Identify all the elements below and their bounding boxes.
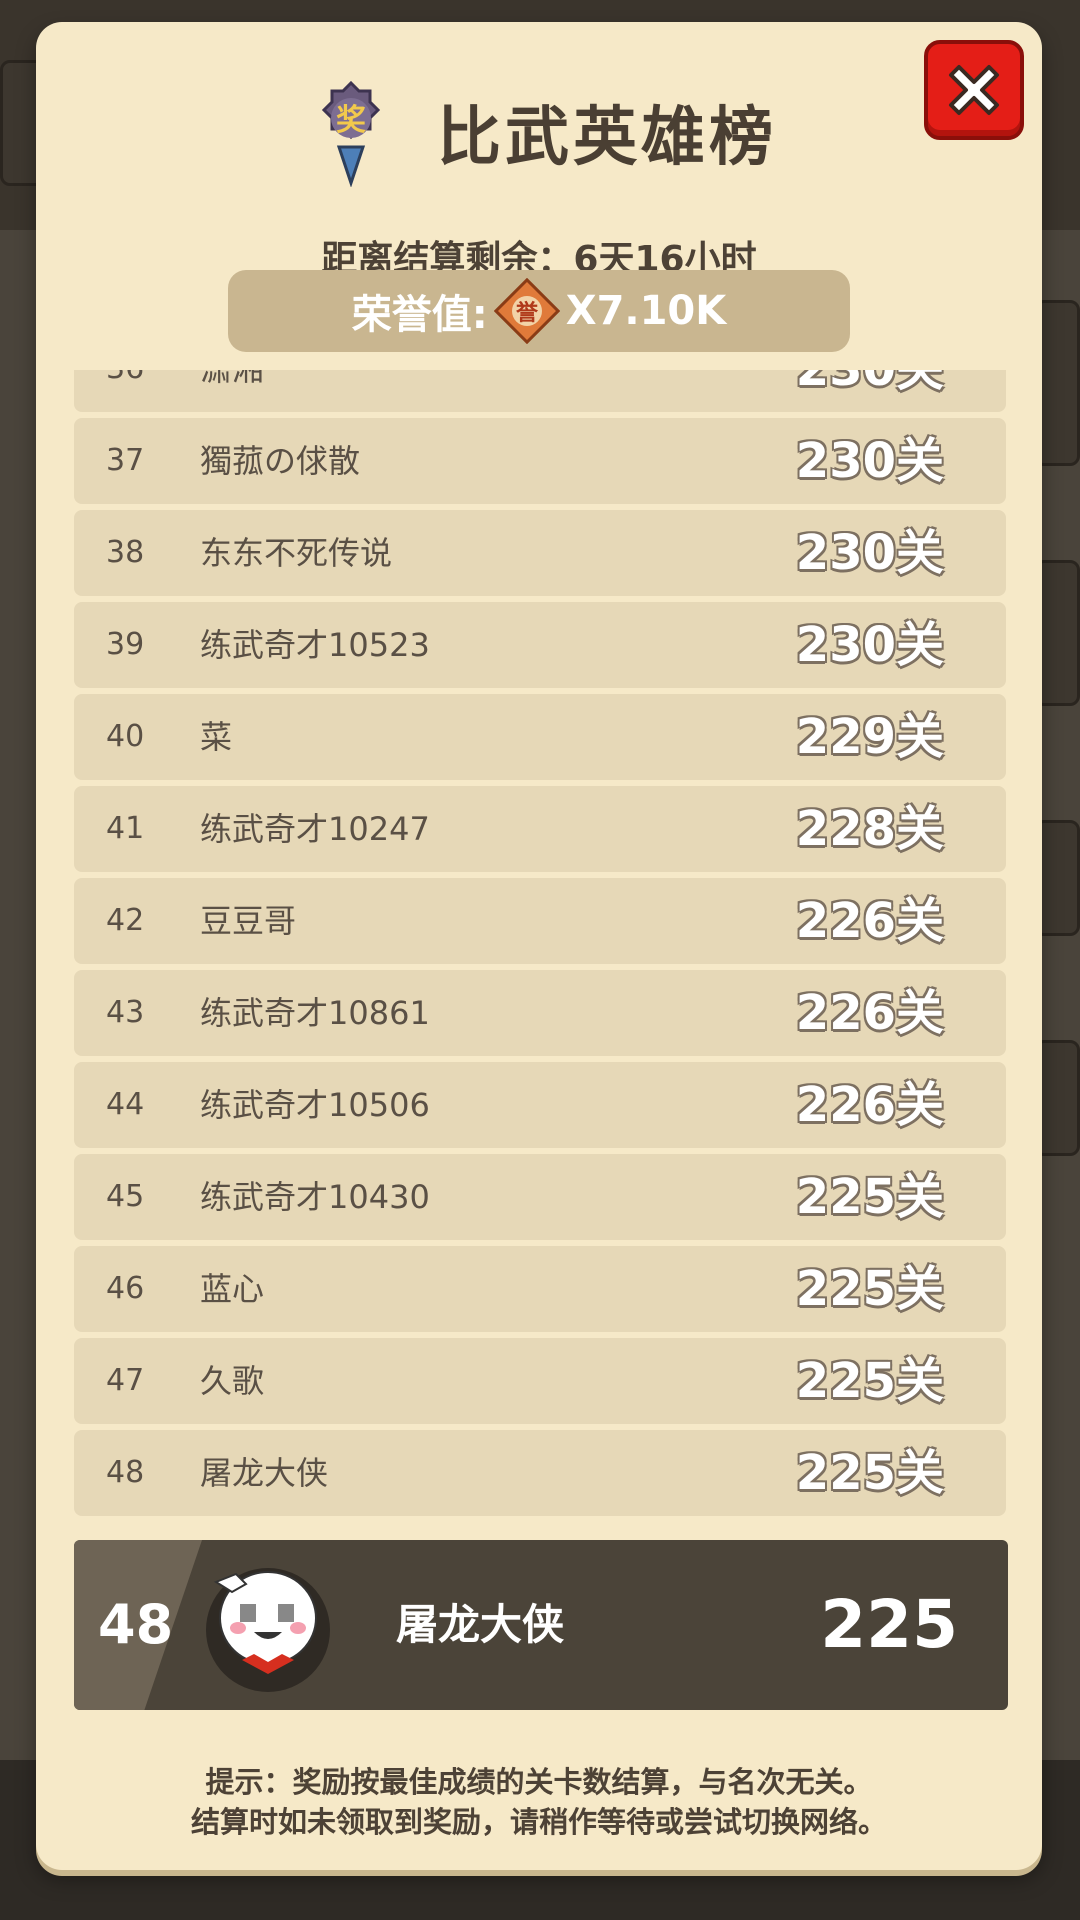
row-rank: 44 [106, 1087, 145, 1122]
row-score: 225关 [795, 1169, 944, 1225]
table-row[interactable]: 47 久歌 225关 [74, 1338, 1006, 1424]
my-score: 225 [820, 1586, 958, 1663]
row-rank: 45 [106, 1179, 145, 1214]
honor-token-char: 誉 [516, 300, 539, 326]
row-score: 228关 [795, 801, 944, 857]
row-player-name: 獨菰の俅散 [200, 442, 361, 480]
row-player-name: 练武奇才10523 [200, 626, 430, 664]
award-badge-icon: 奖 [321, 80, 381, 187]
award-badge-char: 奖 [336, 103, 366, 138]
tip-line-2: 结算时如未领取到奖励，请稍作等待或尝试切换网络。 [190, 1805, 887, 1839]
row-rank: 42 [106, 903, 145, 938]
row-score: 230关 [795, 525, 944, 581]
honor-value: X7.10K [565, 288, 727, 334]
row-score: 226关 [795, 1077, 944, 1133]
page-title: 比武英雄榜 [437, 101, 777, 175]
row-score: 229关 [795, 709, 944, 765]
row-player-name: 练武奇才10861 [200, 994, 430, 1032]
row-rank: 38 [106, 535, 145, 570]
my-rank: 48 [98, 1593, 174, 1656]
tip-text: 提示：奖励按最佳成绩的关卡数结算，与名次无关。 结算时如未领取到奖励，请稍作等待… [36, 1762, 1042, 1842]
row-score: 230关 [795, 433, 944, 489]
table-row[interactable]: 48 屠龙大侠 225关 [74, 1430, 1006, 1516]
row-score: 230关 [795, 617, 944, 673]
row-score: 226关 [795, 893, 944, 949]
row-rank: 43 [106, 995, 145, 1030]
table-row[interactable]: 36 潇湘 230关 [74, 370, 1006, 412]
row-player-name: 东东不死传说 [200, 534, 393, 572]
row-player-name: 豆豆哥 [200, 902, 297, 940]
row-rank: 39 [106, 627, 145, 662]
row-player-name: 练武奇才10506 [200, 1086, 430, 1124]
leaderboard-panel: 奖 比武英雄榜 距离结算剩余：6天16小时 荣誉值: 誉 X7.10K 36潇湘… [36, 22, 1042, 1870]
row-rank: 40 [106, 719, 145, 754]
row-player-name: 蓝心 [200, 1270, 265, 1308]
row-rank: 47 [106, 1363, 145, 1398]
honor-token-icon: 誉 [493, 278, 560, 344]
row-rank: 48 [106, 1455, 145, 1490]
honor-label: 荣誉值: [351, 292, 488, 338]
row-player-name: 潇湘 [200, 370, 264, 412]
table-row[interactable]: 45 练武奇才10430 225关 [74, 1154, 1006, 1240]
row-rank: 36 [106, 370, 144, 412]
row-rank: 46 [106, 1271, 145, 1306]
table-row[interactable]: 43 练武奇才10861 226关 [74, 970, 1006, 1056]
row-player-name: 菜 [200, 718, 233, 756]
row-player-name: 久歌 [200, 1362, 265, 1400]
my-name: 屠龙大侠 [396, 1600, 565, 1649]
my-ranking-bar: 48 屠龙大侠 225 [74, 1540, 1008, 1710]
honor-value-box: 荣誉值: 誉 X7.10K [228, 270, 850, 352]
table-row[interactable]: 39 练武奇才10523 230关 [74, 602, 1006, 688]
ranking-list[interactable]: 36 潇湘 230关 37 獨菰の俅散 230关 38 东东不死传说 230关 39 练武奇才105… [74, 370, 1006, 1542]
row-score: 226关 [795, 985, 944, 1041]
title-row: 奖 比武英雄榜 [36, 77, 1042, 187]
row-rank: 41 [106, 811, 145, 846]
row-player-name: 练武奇才10247 [200, 810, 430, 848]
tip-line-1: 提示：奖励按最佳成绩的关卡数结算，与名次无关。 [205, 1765, 873, 1799]
row-player-name: 练武奇才10430 [200, 1178, 430, 1216]
table-row[interactable]: 37 獨菰の俅散 230关 [74, 418, 1006, 504]
table-row[interactable]: 42 豆豆哥 226关 [74, 878, 1006, 964]
table-row[interactable]: 44 练武奇才10506 226关 [74, 1062, 1006, 1148]
table-row[interactable]: 46 蓝心 225关 [74, 1246, 1006, 1332]
table-row[interactable]: 38 东东不死传说 230关 [74, 510, 1006, 596]
row-score: 230关 [796, 370, 944, 412]
table-row[interactable]: 40 菜 229关 [74, 694, 1006, 780]
row-score: 225关 [795, 1353, 944, 1409]
row-score: 225关 [795, 1445, 944, 1501]
avatar-icon[interactable] [202, 1562, 334, 1694]
row-score: 225关 [795, 1261, 944, 1317]
table-row[interactable]: 41 练武奇才10247 228关 [74, 786, 1006, 872]
row-player-name: 屠龙大侠 [200, 1454, 329, 1492]
row-rank: 37 [106, 443, 145, 478]
ranking-list-content: 36 潇湘 230关 37 獨菰の俅散 230关 38 东东不死传说 230关 39 练武奇才105… [74, 370, 1006, 1522]
